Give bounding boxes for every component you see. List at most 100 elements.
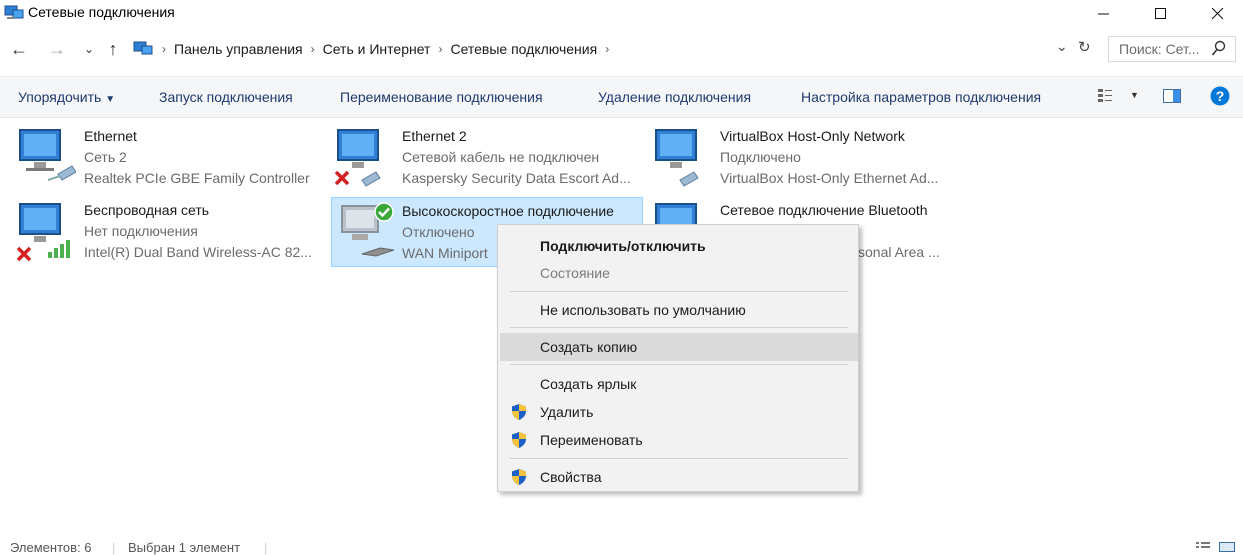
menu-item-label: Не использовать по умолчанию: [540, 302, 746, 318]
connection-status: Отключено: [402, 224, 475, 240]
menu-item-label: Переименовать: [540, 432, 643, 448]
minimize-button[interactable]: [1081, 0, 1127, 28]
connection-item-virtualbox[interactable]: VirtualBox Host-Only Network Подключено …: [650, 128, 960, 194]
breadcrumb-separator-icon: ›: [605, 42, 610, 56]
forward-arrow-icon: →: [48, 38, 66, 59]
breadcrumb-network-internet[interactable]: Сеть и Интернет: [323, 41, 431, 57]
context-menu: Подключить/отключить Состояние Не исполь…: [497, 224, 859, 492]
status-bar: Элементов: 6 | Выбран 1 элемент |: [0, 538, 1243, 555]
command-bar: Упорядочить ▼ Запуск подключения Переиме…: [0, 76, 1243, 118]
selection-count: Выбран 1 элемент: [128, 540, 241, 555]
connection-name: Сетевое подключение Bluetooth: [720, 202, 928, 218]
disconnected-x-icon: [334, 170, 350, 186]
menu-item-connect-disconnect[interactable]: Подключить/отключить: [498, 233, 858, 259]
connection-device: sonal Area ...: [858, 244, 940, 260]
menu-item-status[interactable]: Состояние: [498, 260, 858, 286]
launch-connection-button[interactable]: Запуск подключения: [159, 89, 293, 105]
menu-separator: [510, 364, 848, 365]
organize-button[interactable]: Упорядочить ▼: [18, 89, 115, 105]
menu-item-label: Состояние: [540, 265, 610, 281]
up-button[interactable]: ↑: [102, 38, 124, 60]
connection-settings-button[interactable]: Настройка параметров подключения: [801, 89, 1041, 105]
menu-item-label: Подключить/отключить: [540, 238, 706, 254]
connection-device: WAN Miniport: [402, 245, 488, 261]
menu-separator: [510, 458, 848, 459]
search-icon: [1211, 40, 1226, 56]
connection-status: Подключено: [720, 149, 801, 165]
disconnected-x-icon: [16, 246, 32, 262]
search-input[interactable]: Поиск: Сет...: [1108, 36, 1236, 62]
close-icon: [1212, 8, 1224, 20]
connection-device: VirtualBox Host-Only Ethernet Ad...: [720, 170, 939, 186]
menu-item-properties[interactable]: Свойства: [498, 464, 858, 490]
connection-status: Сеть 2: [84, 149, 127, 165]
breadcrumb-separator-icon: ›: [310, 42, 315, 56]
menu-item-label: Создать ярлык: [540, 376, 637, 392]
uac-shield-icon: [512, 404, 526, 420]
breadcrumb-separator-icon: ›: [162, 42, 166, 56]
view-dropdown-icon[interactable]: ▼: [1130, 90, 1139, 100]
forward-button[interactable]: →: [46, 38, 68, 60]
item-count: Элементов: 6: [10, 540, 92, 555]
connection-device: Kaspersky Security Data Escort Ad...: [402, 170, 631, 186]
breadcrumb-control-panel[interactable]: Панель управления: [174, 41, 303, 57]
up-arrow-icon: ↑: [108, 38, 118, 59]
connection-name: Ethernet: [84, 128, 137, 144]
rename-connection-button[interactable]: Переименование подключения: [340, 89, 543, 105]
window-title: Сетевые подключения: [28, 4, 175, 20]
menu-item-delete[interactable]: Удалить: [498, 399, 858, 425]
title-bar: Сетевые подключения: [0, 0, 1243, 28]
svg-text:?: ?: [1216, 88, 1225, 104]
connection-device: Intel(R) Dual Band Wireless-AC 82...: [84, 244, 312, 260]
menu-item-label: Свойства: [540, 469, 602, 485]
connection-item-ethernet-2[interactable]: Ethernet 2 Сетевой кабель не подключен K…: [332, 128, 642, 194]
connection-name: Ethernet 2: [402, 128, 467, 144]
status-divider: |: [264, 540, 268, 555]
status-divider: |: [112, 540, 116, 555]
connection-item-wireless[interactable]: Беспроводная сеть Нет подключения Intel(…: [14, 202, 324, 268]
uac-shield-icon: [512, 432, 526, 448]
network-connections-icon: [4, 5, 24, 19]
refresh-icon[interactable]: ↻: [1078, 38, 1091, 56]
close-button[interactable]: [1195, 0, 1241, 28]
ethernet-adapter-icon: [655, 129, 699, 187]
back-button[interactable]: ←: [8, 38, 30, 60]
delete-connection-button[interactable]: Удаление подключения: [598, 89, 751, 105]
minimize-icon: [1098, 13, 1109, 15]
recent-locations-button[interactable]: ⌄: [78, 38, 100, 60]
chevron-down-icon: ⌄: [83, 42, 95, 56]
menu-item-rename[interactable]: Переименовать: [498, 427, 858, 453]
menu-item-create-shortcut[interactable]: Создать ярлык: [498, 371, 858, 397]
dropdown-arrow-icon: ▼: [105, 94, 116, 105]
network-connections-icon: [133, 41, 153, 55]
menu-item-create-copy[interactable]: Создать копию: [500, 333, 858, 361]
menu-item-label: Создать копию: [540, 339, 638, 355]
ethernet-adapter-icon: [19, 129, 76, 181]
connection-device: Realtek PCIe GBE Family Controller: [84, 170, 310, 186]
connection-name: Высокоскоростное подключение: [402, 203, 614, 219]
breadcrumb-network-connections[interactable]: Сетевые подключения: [450, 41, 597, 57]
address-bar-row: ← → ⌄ ↑ › Панель управления › Сеть и Инт…: [0, 30, 1243, 70]
connected-check-icon: [374, 202, 394, 222]
menu-item-label: Удалить: [540, 404, 594, 420]
connection-status: Сетевой кабель не подключен: [402, 149, 600, 165]
uac-shield-icon: [512, 469, 526, 485]
preview-pane-icon[interactable]: [1163, 89, 1181, 103]
breadcrumb-separator-icon: ›: [438, 42, 443, 56]
menu-separator: [510, 291, 848, 292]
menu-separator: [510, 327, 848, 328]
help-icon[interactable]: ?: [1210, 86, 1230, 106]
connection-item-ethernet[interactable]: Ethernet Сеть 2 Realtek PCIe GBE Family …: [14, 128, 324, 194]
search-placeholder: Поиск: Сет...: [1119, 41, 1200, 57]
maximize-button[interactable]: [1138, 0, 1184, 28]
menu-item-no-default[interactable]: Не использовать по умолчанию: [498, 297, 858, 323]
address-box[interactable]: › Панель управления › Сеть и Интернет › …: [128, 36, 1100, 62]
connection-status: Нет подключения: [84, 223, 198, 239]
maximize-icon: [1155, 8, 1166, 19]
address-dropdown-icon[interactable]: ⌄: [1056, 38, 1068, 55]
connection-name: Беспроводная сеть: [84, 202, 210, 218]
back-arrow-icon: ←: [10, 38, 28, 59]
connection-name: VirtualBox Host-Only Network: [720, 128, 905, 144]
organize-label: Упорядочить: [18, 89, 102, 105]
view-options-icon[interactable]: [1097, 88, 1113, 104]
